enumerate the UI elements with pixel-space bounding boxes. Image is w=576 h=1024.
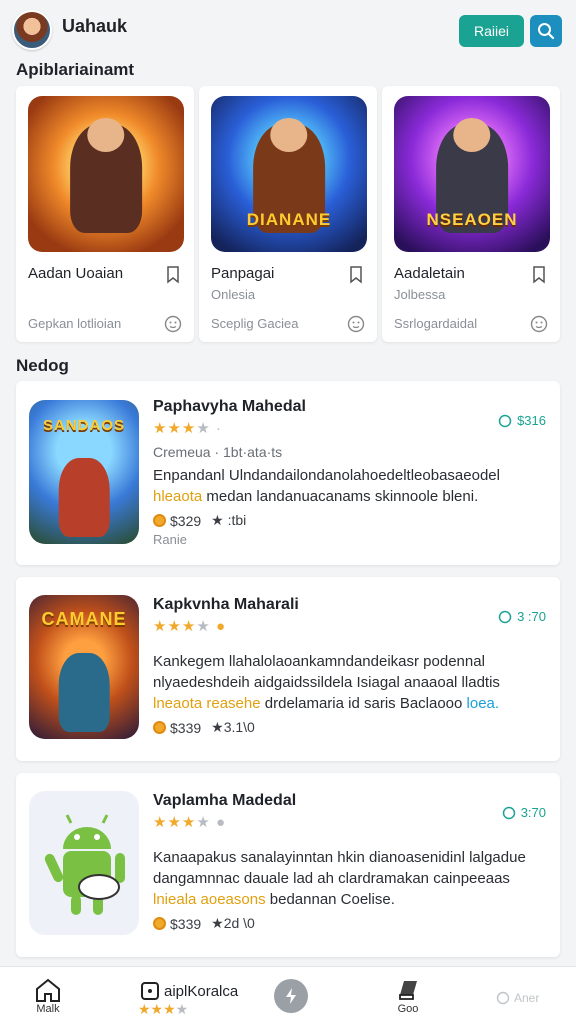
game-thumbnail: CAMANE — [29, 595, 139, 739]
card-title: Panpagai — [211, 265, 275, 282]
item-title: Kapkvnha Maharali — [153, 596, 299, 613]
app-icon — [141, 982, 159, 1000]
game-logo-text: SANDAOS — [42, 417, 125, 435]
nav-home[interactable]: Malk — [34, 977, 62, 1015]
primary-button[interactable]: Raiiei — [459, 15, 524, 47]
item-price: $339 ★3.1\0 — [153, 719, 255, 736]
card-subtitle: Onlesia — [211, 287, 256, 302]
card-subtitle: Jolbessa — [394, 287, 446, 302]
coin-icon — [153, 917, 166, 930]
game-logo-text: NSEAOEN — [426, 210, 518, 230]
featured-card[interactable]: NSEAOEN Aadaletain Jolbessa Ssrlogardaid… — [382, 86, 560, 342]
game-thumbnail: NSEAOEN — [394, 96, 550, 252]
search-icon — [538, 23, 555, 40]
bookmark-icon[interactable] — [166, 266, 180, 284]
android-icon — [44, 814, 125, 915]
smiley-icon — [530, 315, 548, 333]
price-badge[interactable]: 3 :70 — [498, 609, 546, 624]
list-item[interactable]: CAMANE Kapkvnha Maharali ★★★★ ● 3 :70 Ka… — [16, 577, 560, 761]
card-meta: Ssrlogardaidal — [394, 316, 478, 331]
circle-icon — [496, 991, 510, 1005]
item-title: Vaplamha Madedal — [153, 792, 297, 809]
clock-icon — [498, 610, 512, 623]
star-rating: ★★★★ — [138, 1001, 189, 1017]
list-item[interactable]: Vaplamha Madedal ★★★★ ● 3:70 Kanaapakus … — [16, 773, 560, 957]
item-description: Kanaapakus sanalayinntan hkin dianoaseni… — [153, 849, 526, 908]
search-button[interactable] — [530, 15, 562, 47]
bottom-nav: Malk aiplKoralca ★★★★ Goo Aner — [0, 966, 576, 1024]
coin-icon — [153, 721, 166, 734]
star-rating: ★★★★ ● — [153, 618, 227, 635]
top-bar: Uahauk Raiiei — [0, 0, 576, 60]
game-thumbnail — [29, 791, 139, 935]
card-meta: Sceplig Gaciea — [211, 316, 299, 331]
username: Uahauk — [62, 16, 128, 36]
clock-icon — [498, 414, 512, 427]
price-badge[interactable]: 3:70 — [502, 805, 546, 820]
nav-action-button[interactable] — [274, 979, 308, 1013]
nav-library[interactable]: Goo — [395, 977, 421, 1015]
smiley-icon — [164, 315, 182, 333]
price-badge[interactable]: $316 — [498, 413, 546, 428]
book-icon — [399, 981, 417, 1000]
item-price: $339 ★2d \0 — [153, 915, 255, 932]
item-description: Enpandanl Ulndandailondanolahoedeltleoba… — [153, 467, 500, 505]
nav-ghost[interactable]: Aner — [496, 991, 539, 1005]
item-price: $329 ★ :tbi — [153, 512, 246, 529]
item-description: Kankegem llahalolaoankamndandeikasr pode… — [153, 653, 500, 712]
avatar[interactable] — [12, 10, 52, 50]
home-icon — [36, 978, 60, 1002]
bookmark-icon[interactable] — [349, 266, 363, 284]
item-tag: Ranie — [153, 532, 187, 547]
section-title-featured: Apiblariainamt — [16, 60, 135, 79]
star-rating: ★★★★ · — [153, 420, 222, 437]
item-title: Paphavyha Mahedal — [153, 398, 306, 415]
game-thumbnail: DIANANE — [211, 96, 367, 252]
game-logo-text: CAMANE — [41, 609, 127, 630]
game-logo-text: DIANANE — [246, 210, 332, 230]
card-title: Aadaletain — [394, 265, 465, 282]
featured-card[interactable]: DIANANE Panpagai Onlesia Sceplig Gaciea — [199, 86, 377, 342]
star-rating: ★★★★ ● — [153, 814, 227, 831]
featured-card[interactable]: Aadan Uoaian Gepkan lotlioian — [16, 86, 194, 342]
item-subtitle: Cremeua · 1bt·ata·ts — [153, 444, 283, 460]
clock-icon — [502, 806, 515, 819]
bookmark-icon[interactable] — [532, 266, 546, 284]
list-item[interactable]: SANDAOS Paphavyha Mahedal ★★★★ · $316 Cr… — [16, 381, 560, 565]
card-title: Aadan Uoaian — [28, 265, 124, 282]
lightning-icon — [286, 988, 296, 1004]
game-thumbnail: SANDAOS — [29, 400, 139, 544]
game-thumbnail — [28, 96, 184, 252]
section-title-list: Nedog — [16, 356, 69, 375]
card-meta: Gepkan lotlioian — [28, 316, 122, 331]
smiley-icon — [347, 315, 365, 333]
coin-icon — [153, 514, 166, 527]
